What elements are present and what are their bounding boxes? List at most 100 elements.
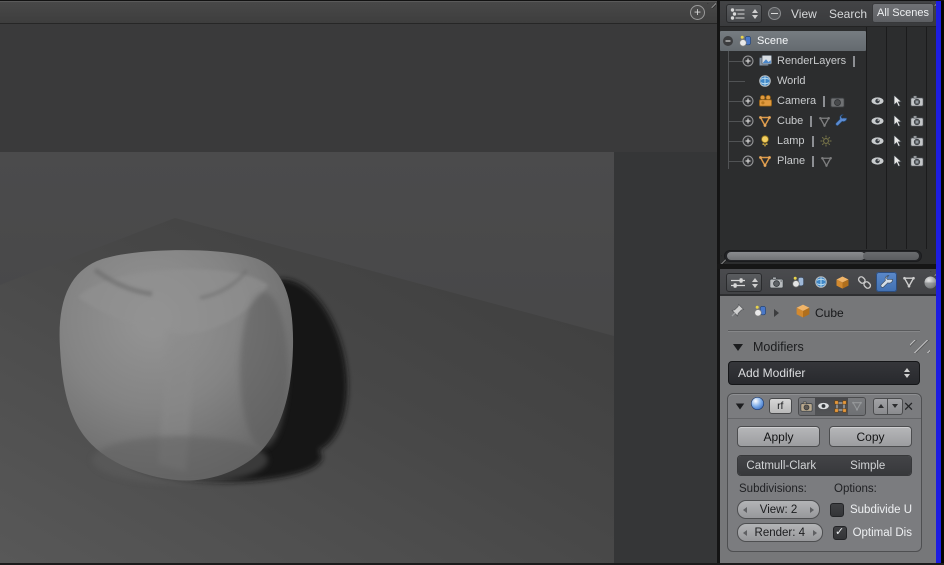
selectable-cursor-icon[interactable] — [887, 154, 907, 168]
catmull-clark-button[interactable]: Catmull-Clark — [738, 456, 825, 475]
hide-eye-icon[interactable] — [867, 94, 887, 108]
modifiers-wrench-icon — [880, 274, 894, 288]
hide-eye-icon[interactable] — [867, 154, 887, 168]
restrict-render-icon[interactable] — [907, 94, 927, 108]
breadcrumb-object-name[interactable]: Cube — [815, 306, 844, 320]
row-separator — [810, 115, 813, 127]
panel-collapse-icon[interactable] — [733, 343, 743, 351]
subdivide-uv-checkbox[interactable]: ✓ — [829, 502, 844, 517]
editmode-toggle-icon[interactable] — [831, 397, 849, 415]
modifier-display-toggles — [797, 396, 867, 416]
outliner-row-renderlayers[interactable]: RenderLayers — [720, 51, 944, 71]
render-camera-icon — [769, 276, 784, 288]
expand-header-plus-icon[interactable]: + — [690, 5, 705, 20]
view-subdivisions-stepper[interactable]: View: 2 — [737, 500, 820, 519]
stepper-left-arrow-icon[interactable] — [743, 507, 747, 513]
breadcrumb: Cube — [720, 298, 944, 328]
selectable-cursor-icon[interactable] — [887, 114, 907, 128]
modifier-reorder-buttons — [873, 397, 904, 415]
oncage-toggle-icon[interactable] — [848, 397, 866, 415]
delete-modifier-icon[interactable]: ✕ — [903, 400, 914, 413]
stepper-right-arrow-icon[interactable] — [809, 507, 814, 513]
tab-scene[interactable] — [788, 272, 809, 292]
tab-modifiers[interactable] — [876, 272, 897, 292]
tab-object-data[interactable] — [898, 272, 919, 292]
restrict-render-icon[interactable] — [907, 134, 927, 148]
search-menu[interactable]: Search — [829, 7, 867, 21]
camera-data-icon[interactable] — [829, 94, 845, 108]
modifier-body: Apply Copy Catmull-Clark Simple Subdivis… — [728, 419, 921, 542]
render-subdivisions-value: Render: 4 — [754, 526, 806, 539]
editor-type-button[interactable] — [726, 273, 762, 292]
move-down-button[interactable] — [888, 397, 904, 415]
horizontal-scrollbar[interactable] — [724, 250, 922, 262]
outliner-row-plane[interactable]: Plane — [720, 151, 944, 171]
render-subdivisions-stepper[interactable]: Render: 4 — [737, 523, 823, 542]
outliner-row-cube[interactable]: Cube — [720, 111, 944, 131]
hide-eye-icon[interactable] — [867, 134, 887, 148]
expand-icon[interactable] — [742, 135, 754, 147]
restrict-render-icon[interactable] — [907, 154, 927, 168]
render-toggle-camera-icon[interactable] — [798, 397, 816, 415]
apply-button[interactable]: Apply — [737, 426, 820, 447]
simple-button[interactable]: Simple — [824, 456, 911, 475]
properties-panel: Cube Modifiers Add Modifier rf ✕ Apply C… — [720, 269, 944, 565]
add-modifier-label: Add Modifier — [738, 366, 806, 380]
display-mode-dropdown[interactable]: All Scenes — [872, 3, 934, 23]
scrollbar-thumb[interactable] — [727, 252, 865, 260]
expand-icon[interactable] — [742, 115, 754, 127]
optimal-display-row[interactable]: ✓ Optimal Dis — [832, 525, 912, 540]
options-label: Options: — [834, 483, 877, 495]
mesh-object-icon — [757, 154, 773, 169]
expand-icon[interactable] — [742, 95, 754, 107]
area-corner-grip[interactable] — [706, 3, 716, 13]
modifier-wrench-icon[interactable] — [833, 114, 849, 128]
move-up-button[interactable] — [873, 397, 889, 415]
row-label: Plane — [777, 155, 806, 167]
selectable-cursor-icon[interactable] — [887, 134, 907, 148]
pin-icon[interactable] — [730, 303, 745, 323]
mesh-data-icon[interactable] — [818, 154, 834, 168]
panel-drag-grip[interactable] — [910, 340, 930, 353]
window-edge — [0, 0, 944, 1]
subsurf-modifier-box: rf ✕ Apply Copy Catmull-Clark Simple Sub… — [727, 393, 922, 552]
check-icon: ✓ — [834, 526, 845, 538]
viewport-toggle-eye-icon[interactable] — [815, 397, 832, 415]
optimal-display-label: Optimal Dis — [852, 526, 912, 539]
optimal-display-checkbox[interactable]: ✓ — [832, 525, 847, 540]
camera-object-icon — [757, 94, 773, 109]
filter-collapse-button[interactable] — [768, 7, 781, 20]
row-separator — [811, 135, 814, 147]
tab-render[interactable] — [766, 272, 787, 292]
scene-breadcrumb-icon[interactable] — [753, 304, 768, 323]
modifier-name-field[interactable]: rf — [769, 398, 792, 414]
subdivide-uv-row[interactable]: ✓ Subdivide U — [829, 502, 912, 517]
hide-eye-icon[interactable] — [867, 114, 887, 128]
expand-icon[interactable] — [742, 55, 754, 67]
copy-button[interactable]: Copy — [829, 426, 912, 447]
outliner-row-scene[interactable]: Scene — [720, 31, 866, 51]
tab-object[interactable] — [832, 272, 853, 292]
lamp-data-icon[interactable] — [818, 134, 834, 148]
modifiers-panel-header[interactable]: Modifiers — [720, 335, 944, 359]
stepper-left-arrow-icon[interactable] — [743, 530, 747, 536]
tab-constraints[interactable] — [854, 272, 875, 292]
mesh-data-icon[interactable] — [816, 114, 832, 128]
stepper-right-arrow-icon[interactable] — [812, 530, 817, 536]
restrict-render-icon[interactable] — [907, 114, 927, 128]
modifier-collapse-icon[interactable] — [735, 403, 745, 409]
outliner-row-lamp[interactable]: Lamp — [720, 131, 944, 151]
cube-breadcrumb-icon[interactable] — [795, 303, 811, 324]
expand-icon[interactable] — [742, 155, 754, 167]
outliner-row-world[interactable]: World — [720, 71, 944, 91]
3d-viewport-area[interactable]: + — [0, 0, 717, 565]
add-modifier-dropdown[interactable]: Add Modifier — [728, 361, 920, 385]
outliner-row-camera[interactable]: Camera — [720, 91, 944, 111]
selectable-cursor-icon[interactable] — [887, 94, 907, 108]
viewport-canvas[interactable] — [0, 24, 717, 565]
tab-world[interactable] — [810, 272, 831, 292]
editor-type-button[interactable] — [726, 4, 762, 23]
collapse-icon[interactable] — [722, 35, 734, 47]
view-menu[interactable]: View — [791, 7, 817, 21]
renderlayers-icon — [757, 54, 773, 69]
